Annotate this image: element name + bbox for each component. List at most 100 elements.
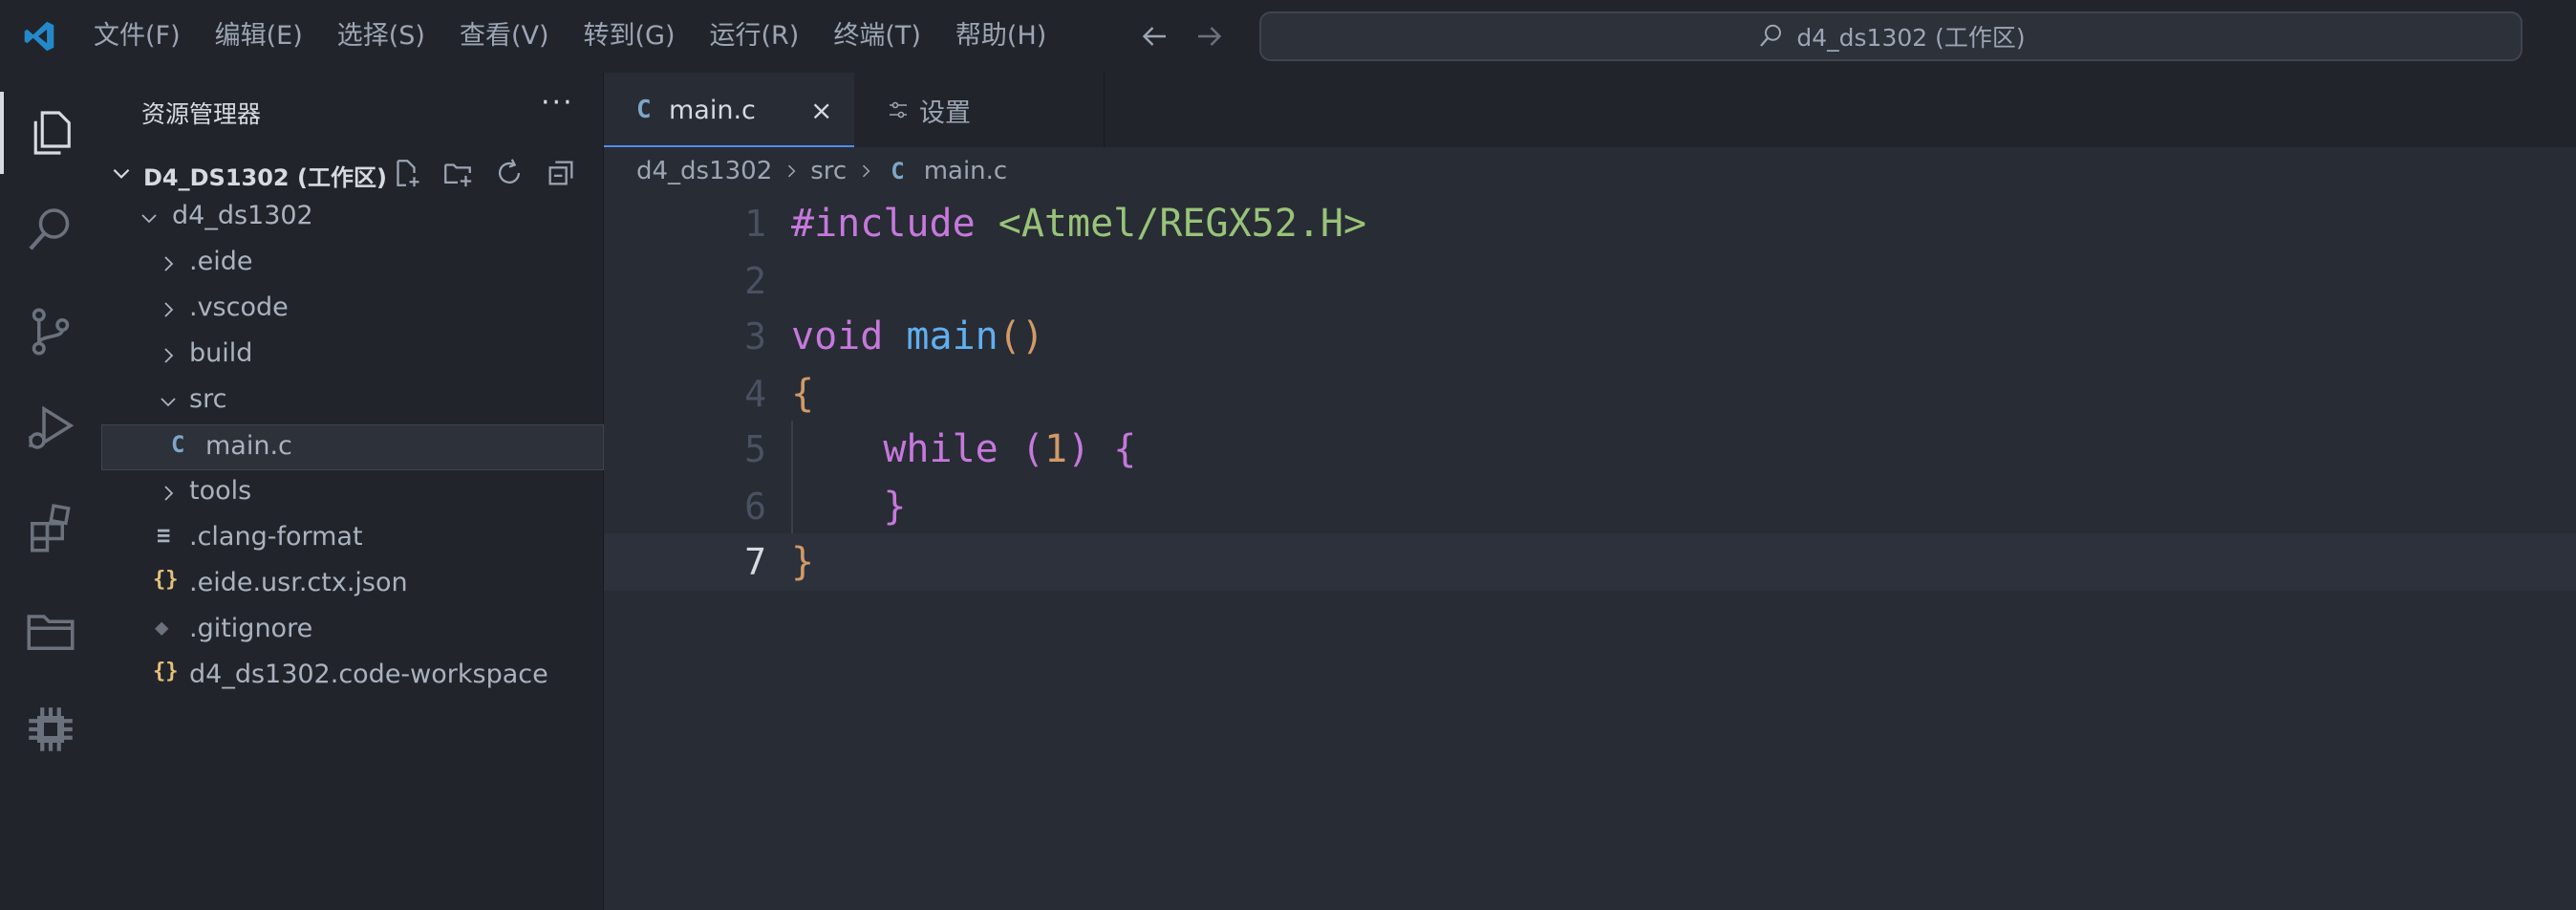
workspace-label: D4_DS1302 (工作区) [143,164,387,191]
command-center-label: d4_ds1302 (工作区) [1796,24,2026,52]
breadcrumb-root[interactable]: d4_ds1302 [636,157,772,185]
chevron-right-icon [788,164,796,178]
close-tab-button[interactable]: × [810,95,832,126]
menu-file[interactable]: 文件(F) [76,0,198,73]
folder-icon[interactable] [21,600,80,660]
code-line-3: 3 void main() [604,308,2576,365]
line-number: 4 [744,373,766,415]
tree-label: tools [189,476,252,506]
chevron-right-icon [164,302,174,317]
search-icon[interactable] [21,201,80,260]
new-folder-icon[interactable] [441,157,474,189]
code-text: #include <Atmel/REGX52.H> [791,202,1367,246]
extensions-icon[interactable] [21,499,80,558]
c-file-icon: C [636,96,652,124]
menu-selection[interactable]: 选择(S) [320,0,442,73]
chevron-right-icon [164,348,174,363]
menu-go[interactable]: 转到(G) [567,0,693,73]
c-file-icon: C [891,158,905,184]
tree-label: d4_ds1302.code-workspace [189,660,548,689]
explorer-icon[interactable] [21,103,80,162]
tree-label: d4_ds1302 [172,201,313,230]
tree-folder-eide[interactable]: .eide [101,241,604,287]
menu-terminal[interactable]: 终端(T) [816,0,938,73]
tree-folder-tools[interactable]: tools [101,470,604,516]
tree-folder-build[interactable]: build [101,333,604,379]
code-line-7: 7 } [604,533,2576,591]
run-debug-icon[interactable] [21,398,80,457]
tree-file-main-c[interactable]: C main.c [101,424,604,470]
lines-file-icon: ≡ [157,522,171,549]
tree-file-eide-usr-ctx-json[interactable]: {} .eide.usr.ctx.json [101,562,604,608]
workspace-actions [390,157,577,189]
code-text: void main() [791,314,1044,358]
line-number: 5 [744,428,766,470]
chevron-down-icon [141,214,157,224]
tab-main-c[interactable]: C main.c × [604,73,854,147]
tree-label: build [189,338,253,368]
chevron-down-icon [113,168,130,179]
tree-label: src [189,384,227,414]
breadcrumb-folder[interactable]: src [810,157,847,185]
collapse-all-icon[interactable] [545,157,577,189]
back-arrow-icon[interactable] [1137,19,1171,54]
code-text: { [791,372,815,416]
breadcrumb-file[interactable]: main.c [924,157,1008,185]
chevron-right-icon [863,164,870,178]
navigation-arrows [1137,19,1227,54]
code-text: } [883,485,907,529]
tab-settings[interactable]: 设置 [854,73,1105,147]
tree-file-clang-format[interactable]: ≡ .clang-format [101,516,604,562]
tree-label: .vscode [189,292,289,322]
explorer-sidebar: 资源管理器 ··· D4_DS1302 (工作区) d4_ds1302 .eid… [101,73,604,910]
tree-label: .gitignore [189,614,313,643]
activity-bar [0,73,101,910]
tab-label: 设置 [919,98,971,128]
tree-folder-src[interactable]: src [101,379,604,424]
menu-help[interactable]: 帮助(H) [938,0,1063,73]
menu-view[interactable]: 查看(V) [442,0,567,73]
json-file-icon: {} [153,660,179,683]
code-line-5: 5 while (1) { [604,421,2576,478]
new-file-icon[interactable] [390,157,422,189]
chip-icon[interactable] [21,700,80,759]
forward-arrow-icon[interactable] [1192,19,1227,54]
chevron-right-icon [164,486,174,501]
active-indicator [0,92,4,174]
menu-run[interactable]: 运行(R) [693,0,817,73]
editor-tabs: C main.c × 设置 [604,73,2576,147]
workspace-header[interactable]: D4_DS1302 (工作区) [101,151,604,195]
menu-bar: 文件(F) 编辑(E) 选择(S) 查看(V) 转到(G) 运行(R) 终端(T… [76,0,1063,73]
chevron-down-icon [161,398,176,407]
menu-edit[interactable]: 编辑(E) [198,0,320,73]
line-number: 1 [744,203,766,245]
tree-label: .eide [189,247,253,276]
tree-label: .eide.usr.ctx.json [189,568,408,597]
settings-sliders-icon [890,101,907,119]
code-text: while (1) { [883,427,1137,471]
command-center-search[interactable]: d4_ds1302 (工作区) [1259,11,2522,61]
code-line-6: 6 } [604,478,2576,535]
code-line-4: 4 { [604,365,2576,422]
line-number: 6 [744,486,766,528]
search-icon [1760,24,1782,47]
tree-label: main.c [205,431,292,461]
explorer-title: 资源管理器 [141,100,262,128]
line-number: 2 [744,260,766,302]
code-text: } [791,540,815,584]
tree-file-gitignore[interactable]: ◆ .gitignore [101,608,604,654]
tab-label: main.c [669,95,756,125]
tree-file-code-workspace[interactable]: {} d4_ds1302.code-workspace [101,654,604,700]
code-editor[interactable]: 1 #include <Atmel/REGX52.H> 2 3 void mai… [604,195,2576,910]
more-actions-button[interactable]: ··· [541,86,574,119]
line-number: 7 [744,541,766,583]
title-bar: 文件(F) 编辑(E) 选择(S) 查看(V) 转到(G) 运行(R) 终端(T… [0,0,2576,73]
source-control-icon[interactable] [21,302,80,361]
chevron-right-icon [164,256,174,271]
line-number: 3 [744,315,766,358]
refresh-icon[interactable] [493,157,526,189]
tree-label: .clang-format [189,522,363,552]
code-line-1: 1 #include <Atmel/REGX52.H> [604,195,2576,252]
tree-folder-vscode[interactable]: .vscode [101,287,604,333]
tree-folder-d4_ds1302[interactable]: d4_ds1302 [101,195,604,241]
